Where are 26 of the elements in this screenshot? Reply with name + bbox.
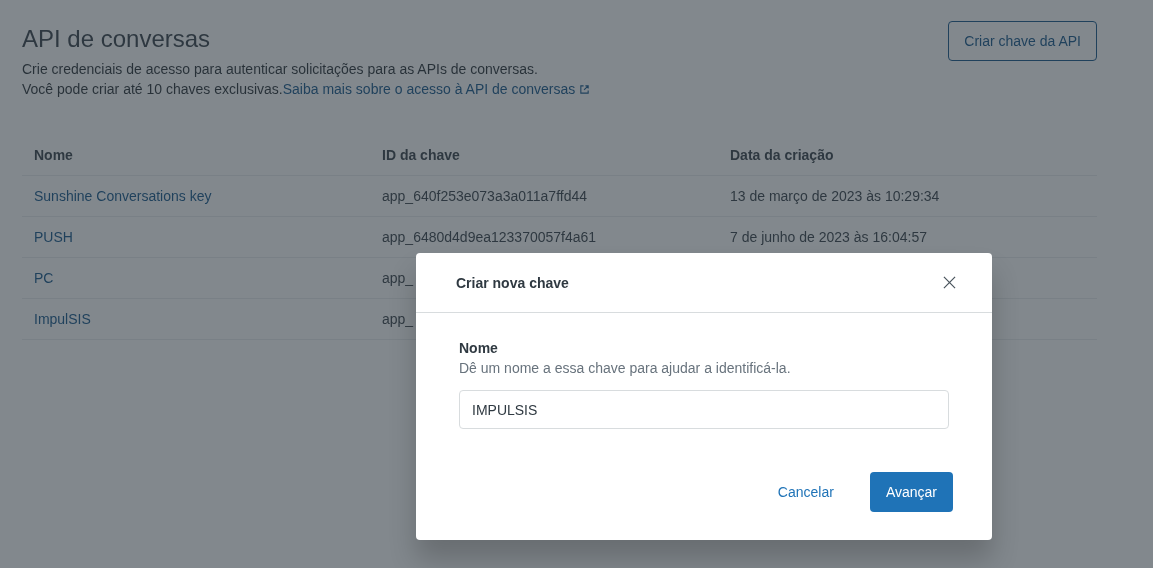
column-header: Data da criação: [729, 147, 835, 163]
create-api-key-button[interactable]: Criar chave da API: [948, 21, 1097, 61]
key-limit-note: Você pode criar até 10 chaves exclusivas.: [22, 81, 283, 97]
key-name-link[interactable]: PUSH: [34, 229, 73, 245]
page-description: Crie credenciais de acesso para autenticar solicitações para as APIs de conversas.: [22, 60, 539, 79]
page-title: API de conversas: [22, 25, 212, 53]
learn-more-link[interactable]: Saiba mais sobre o acesso à API de conversas: [282, 81, 591, 97]
cancel-button[interactable]: Cancelar: [761, 472, 850, 512]
external-link-icon: [579, 84, 591, 95]
name-input-field[interactable]: IMPULSIS: [459, 390, 949, 429]
field-label: Nome: [459, 339, 499, 358]
field-hint: Dê um nome a essa chave para ajudar a identificá-la.: [459, 359, 792, 378]
key-name-link[interactable]: PC: [34, 270, 54, 286]
key-id-cell: app_: [382, 311, 414, 327]
key-id-cell: app_640f253e073a3a011a7ffd44: [382, 188, 588, 204]
key-name-link[interactable]: Sunshine Conversations key: [34, 188, 212, 204]
modal-title: Criar nova chave: [456, 274, 569, 291]
column-header: ID da chave: [381, 147, 461, 163]
close-icon[interactable]: [941, 274, 958, 291]
key-id-cell: app_6480d4d9ea123370057f4a61: [382, 229, 597, 245]
next-button[interactable]: Avançar: [869, 472, 953, 512]
creation-date-cell: 13 de março de 2023 às 10:29:34: [730, 188, 940, 204]
key-id-cell: app_: [382, 270, 414, 286]
key-name-link[interactable]: ImpulSIS: [34, 311, 91, 327]
column-header: Nome: [33, 147, 74, 163]
creation-date-cell: 7 de junho de 2023 às 16:04:57: [730, 229, 927, 245]
